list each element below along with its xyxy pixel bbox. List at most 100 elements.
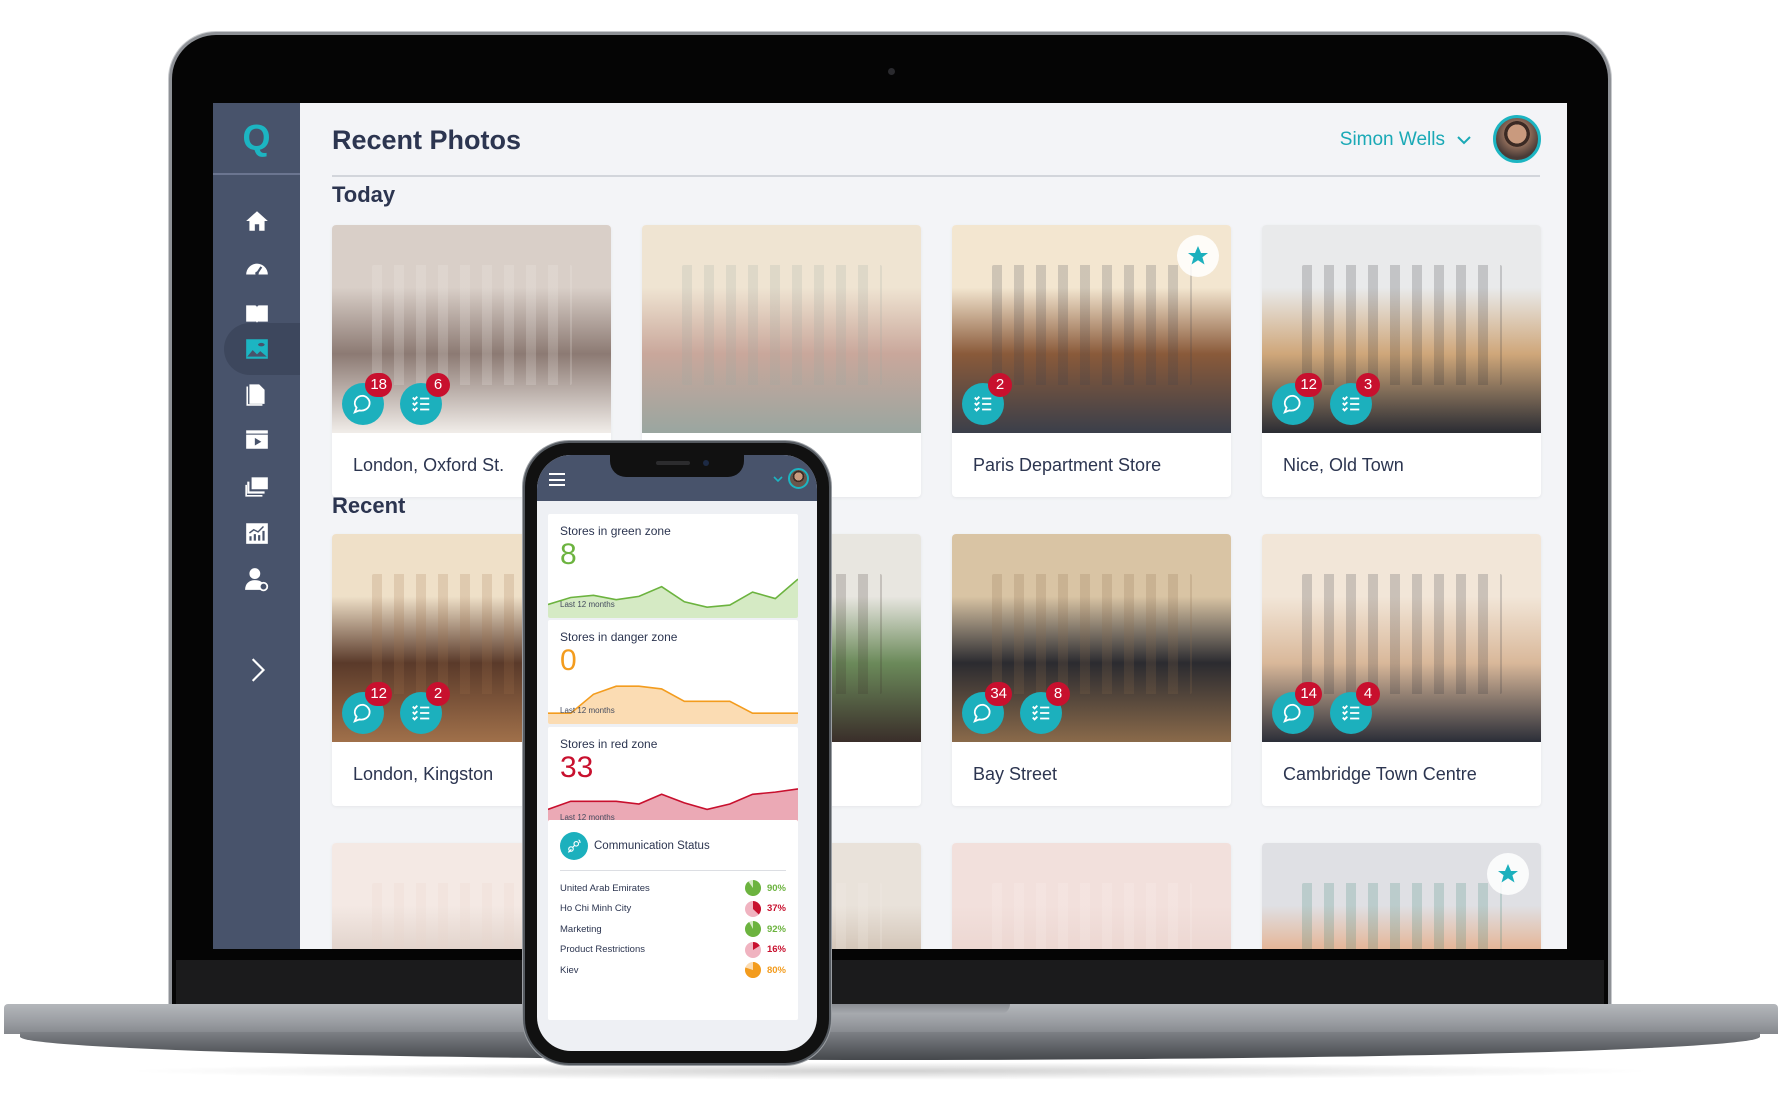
sidebar: Q (213, 103, 300, 949)
phone-device: Stores in green zone 8 Last 12 months Store… (525, 443, 829, 1063)
sidebar-item-gallery[interactable] (213, 460, 300, 512)
chevron-right-icon (251, 658, 265, 682)
sidebar-item-home[interactable] (213, 195, 300, 247)
laptop-camera (888, 68, 895, 75)
favorite-button[interactable] (1487, 853, 1529, 895)
tasks-count-badge: 2 (426, 682, 450, 706)
sidebar-item-reports[interactable] (213, 507, 300, 559)
comments-button[interactable]: 12 (1272, 373, 1322, 425)
photo-card[interactable]: 14 4 Cambridge Town Centre (1262, 534, 1541, 806)
communication-row-value: 16% (744, 941, 786, 958)
photo-detail (1302, 574, 1502, 694)
photo-detail (372, 265, 572, 385)
comments-button[interactable]: 18 (342, 373, 392, 425)
tasks-count-badge: 4 (1356, 682, 1380, 706)
kpi-card[interactable]: Stores in red zone 33 Last 12 months (548, 727, 798, 831)
phone-notch (610, 455, 744, 477)
comments-button[interactable]: 34 (962, 682, 1012, 734)
communication-row[interactable]: United Arab Emirates 90% (560, 878, 786, 898)
video-icon (245, 430, 268, 449)
communication-row-value: 80% (744, 962, 786, 978)
checklist-icon (412, 705, 430, 721)
photo-card[interactable]: 12 3 Nice, Old Town (1262, 225, 1541, 497)
store-name: Bay Street (973, 764, 1058, 784)
app-logo[interactable]: Q (213, 103, 300, 175)
store-name: Nice, Old Town (1283, 455, 1404, 475)
pie-indicator (744, 962, 761, 978)
photo-detail (992, 883, 1192, 949)
phone-header (537, 455, 817, 501)
checklist-button[interactable]: 8 (1020, 682, 1070, 734)
checklist-icon (1342, 396, 1360, 412)
photo-detail (1302, 883, 1502, 949)
store-name: Paris Department Store (973, 455, 1162, 475)
chat-bubble-icon (973, 703, 991, 723)
checklist-icon (412, 396, 430, 412)
store-name: Cambridge Town Centre (1283, 764, 1477, 784)
communication-row-percent: 16% (766, 944, 786, 955)
phone-screen: Stores in green zone 8 Last 12 months Store… (537, 455, 817, 1051)
chart-icon (245, 523, 268, 544)
communication-row-percent: 80% (766, 964, 786, 976)
section-title-today: Today (332, 182, 396, 207)
photo-card[interactable]: 2 Paris Department Store (952, 225, 1231, 497)
communication-row[interactable]: Kiev 80% (560, 960, 786, 980)
comments-count-badge: 18 (365, 373, 392, 397)
phone-user-avatar[interactable] (788, 468, 809, 489)
home-icon (245, 211, 268, 231)
communication-row-name: Kiev (560, 964, 579, 976)
kpi-card[interactable]: Stores in danger zone 0 Last 12 months (548, 620, 798, 724)
kpi-sparkline (548, 685, 798, 724)
sidebar-item-user-settings[interactable] (213, 553, 300, 605)
kpi-title: Stores in green zone (560, 524, 671, 538)
comments-button[interactable]: 12 (342, 682, 392, 734)
photo-card[interactable] (952, 843, 1231, 949)
user-name: Simon Wells (1339, 129, 1445, 150)
chat-bubble-icon (1283, 394, 1301, 414)
communication-divider (560, 870, 786, 871)
laptop-base-bottom (20, 1032, 1760, 1060)
laptop-chin (176, 960, 1604, 1005)
checklist-button[interactable]: 6 (400, 373, 450, 425)
communication-row[interactable]: Ho Chi Minh City 37% (560, 899, 786, 919)
logo-letter: Q (242, 117, 271, 158)
favorite-button[interactable] (1177, 235, 1219, 277)
header-divider (332, 175, 1540, 177)
checklist-icon (1342, 705, 1360, 721)
page-title: Recent Photos (332, 125, 522, 155)
communication-row[interactable]: Marketing 92% (560, 919, 786, 939)
main-content: Recent Photos Simon Wells Today Recent 1… (300, 103, 1567, 949)
checklist-button[interactable]: 2 (962, 373, 1012, 425)
user-menu[interactable]: Simon Wells (1340, 129, 1471, 151)
image-icon (245, 339, 268, 359)
communication-row[interactable]: Product Restrictions 16% (560, 940, 786, 960)
checklist-icon (974, 396, 992, 412)
pie-indicator (744, 921, 761, 937)
checklist-button[interactable]: 4 (1330, 682, 1380, 734)
sidebar-item-videos[interactable] (213, 413, 300, 465)
comments-count-badge: 34 (985, 682, 1012, 706)
user-avatar[interactable] (1493, 115, 1541, 163)
communication-row-name: Marketing (560, 923, 602, 935)
communication-row-percent: 90% (766, 882, 786, 894)
sidebar-item-documents[interactable] (213, 367, 300, 419)
photo-detail (992, 265, 1192, 385)
checklist-icon (1032, 705, 1050, 721)
menu-icon[interactable] (549, 473, 565, 486)
kpi-card[interactable]: Stores in green zone 8 Last 12 months (548, 514, 798, 618)
photo-card[interactable] (1262, 843, 1541, 949)
pie-indicator (744, 941, 761, 958)
stack-icon (244, 477, 268, 497)
chevron-down-icon[interactable] (773, 476, 783, 483)
photo-detail (992, 574, 1192, 694)
speedometer-icon (245, 263, 268, 276)
checklist-button[interactable]: 3 (1330, 373, 1380, 425)
sidebar-expand-button[interactable] (213, 644, 300, 696)
comments-button[interactable]: 14 (1272, 682, 1322, 734)
star-icon (1188, 246, 1208, 265)
checklist-button[interactable]: 2 (400, 682, 450, 734)
photo-card[interactable]: 34 8 Bay Street (952, 534, 1231, 806)
chat-bubble-icon (1283, 703, 1301, 723)
comments-count-badge: 12 (365, 682, 392, 706)
sidebar-item-dashboard[interactable] (213, 242, 300, 294)
